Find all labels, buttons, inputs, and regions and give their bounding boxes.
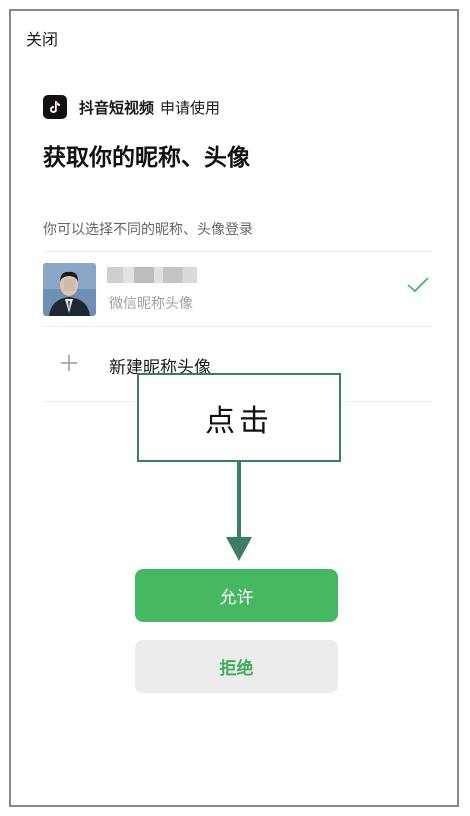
annotation-callout: 点击 xyxy=(137,373,341,462)
plus-icon xyxy=(59,353,79,377)
divider xyxy=(43,326,431,327)
avatar xyxy=(43,263,96,316)
deny-button[interactable]: 拒绝 xyxy=(135,640,338,693)
hint-text: 你可以选择不同的昵称、头像登录 xyxy=(43,222,253,238)
annotation-text: 点击 xyxy=(205,403,273,439)
app-name: 抖音短视频 xyxy=(79,98,155,117)
app-request-text: 申请使用 xyxy=(160,98,221,117)
profile-option-wechat[interactable]: 微信昵称头像 xyxy=(43,263,431,319)
close-button[interactable]: 关闭 xyxy=(26,26,58,50)
app-header: 抖音短视频 申请使用 xyxy=(43,94,220,120)
page-title: 获取你的昵称、头像 xyxy=(43,145,250,171)
checkmark-icon xyxy=(407,277,429,297)
tiktok-note-icon xyxy=(43,95,67,119)
allow-button[interactable]: 允许 xyxy=(135,569,338,622)
blurred-nickname xyxy=(107,267,197,283)
profile-subtitle: 微信昵称头像 xyxy=(109,296,193,312)
annotation-arrow-icon xyxy=(226,461,252,561)
divider xyxy=(43,251,431,252)
